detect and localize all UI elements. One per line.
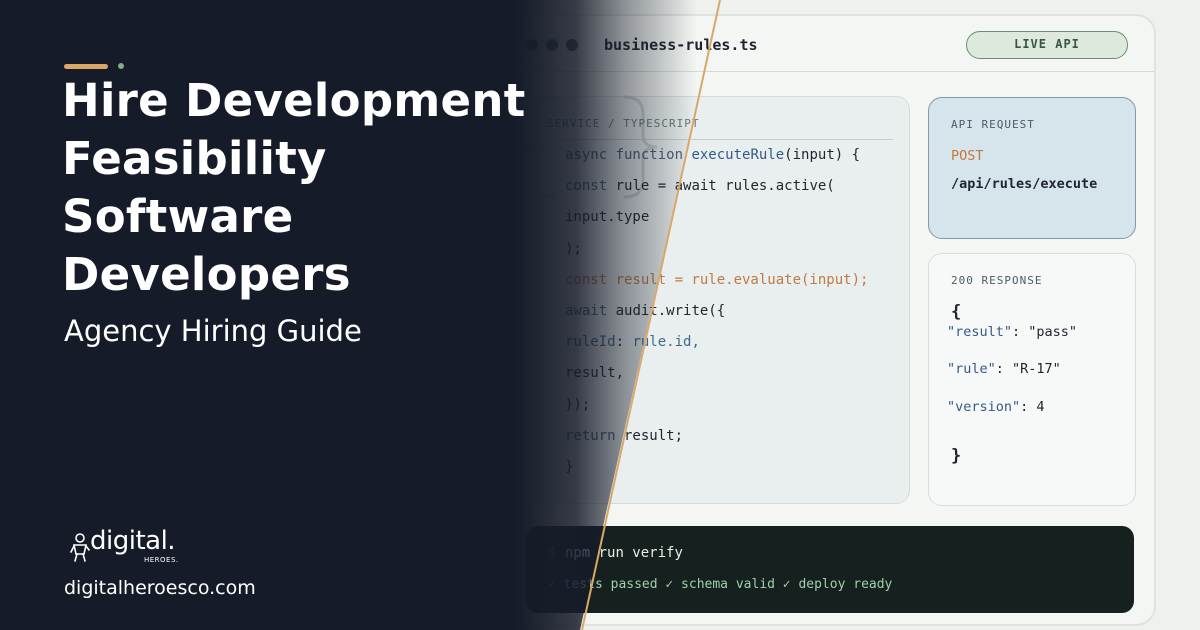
code-line: input.type xyxy=(565,209,650,226)
accent-dot xyxy=(118,63,124,69)
api-request-card: API REQUEST POST /api/rules/execute xyxy=(928,97,1136,239)
json-separator: : xyxy=(1012,324,1029,340)
code-line: await audit.write({ xyxy=(565,303,726,319)
json-value: "R-17" xyxy=(1012,361,1061,377)
code-line: const rule = await rules.active( xyxy=(565,178,835,195)
live-api-badge: LIVE API xyxy=(966,31,1128,59)
json-key: "rule" xyxy=(947,361,996,377)
json-field: "result": "pass" xyxy=(947,324,1077,340)
divider xyxy=(547,139,893,140)
api-request-label: API REQUEST xyxy=(951,118,1035,131)
code-line: async function executeRule(input) { xyxy=(565,147,861,163)
json-field: "version": 4 xyxy=(947,399,1045,415)
api-path: /api/rules/execute xyxy=(951,176,1098,192)
window-dot-icon xyxy=(526,39,538,51)
http-method: POST xyxy=(951,148,984,164)
title-line: Hire Development xyxy=(62,74,526,127)
brand-logo[interactable]: digital. HEROES. xyxy=(70,526,190,570)
code-panel: SERVICE / TYPESCRIPT async function exec… xyxy=(522,95,910,504)
code-line: ruleId: rule.id, xyxy=(565,334,700,351)
json-separator: : xyxy=(995,361,1013,377)
api-response-label: 200 RESPONSE xyxy=(951,274,1043,287)
website-link[interactable]: digitalheroesco.com xyxy=(64,577,256,599)
window-dot-icon xyxy=(566,39,578,51)
terminal-panel: $ npm run verify ✓ tests passed ✓ schema… xyxy=(526,526,1134,613)
api-response-card: 200 RESPONSE { "result": "pass" "rule": "… xyxy=(928,253,1136,506)
json-value: 4 xyxy=(1036,399,1045,415)
json-key: "version" xyxy=(947,399,1021,415)
code-line: ); xyxy=(565,240,582,257)
terminal-prompt: $ xyxy=(548,545,557,561)
code-line: }); xyxy=(565,396,591,413)
logo-subtext: HEROES. xyxy=(144,556,179,564)
code-line: result, xyxy=(565,365,625,382)
window-dot-icon xyxy=(546,39,558,51)
title-line: Feasibility xyxy=(62,132,327,185)
json-separator: : xyxy=(1020,399,1037,415)
code-panel-label: SERVICE / TYPESCRIPT xyxy=(547,117,700,130)
hero-figure-icon xyxy=(70,533,90,562)
title-line: Developers xyxy=(62,248,351,301)
json-field: "rule": "R-17" xyxy=(947,361,1061,377)
terminal-output: ✓ tests passed ✓ schema valid ✓ deploy r… xyxy=(548,577,893,592)
json-value: "pass" xyxy=(1028,324,1078,340)
json-open-brace: { xyxy=(951,302,962,322)
accent-bar xyxy=(64,64,108,69)
terminal-command-line: $ npm run verify xyxy=(548,545,683,561)
logo-wordmark: digital. xyxy=(90,526,176,556)
editor-titlebar: business-rules.ts LIVE API xyxy=(492,16,1154,72)
code-line: const result = rule.evaluate(input); xyxy=(565,271,869,288)
file-name: business-rules.ts xyxy=(604,36,758,54)
terminal-command: npm run verify xyxy=(564,545,683,561)
code-line: } xyxy=(565,459,574,475)
json-key: "result" xyxy=(947,324,1013,340)
title-line: Software xyxy=(62,190,294,243)
json-close-brace: } xyxy=(951,446,962,466)
code-line: return result; xyxy=(565,427,684,444)
page-title: Hire Development Feasibility Software De… xyxy=(62,72,532,304)
page-subtitle: Agency Hiring Guide xyxy=(64,314,362,348)
